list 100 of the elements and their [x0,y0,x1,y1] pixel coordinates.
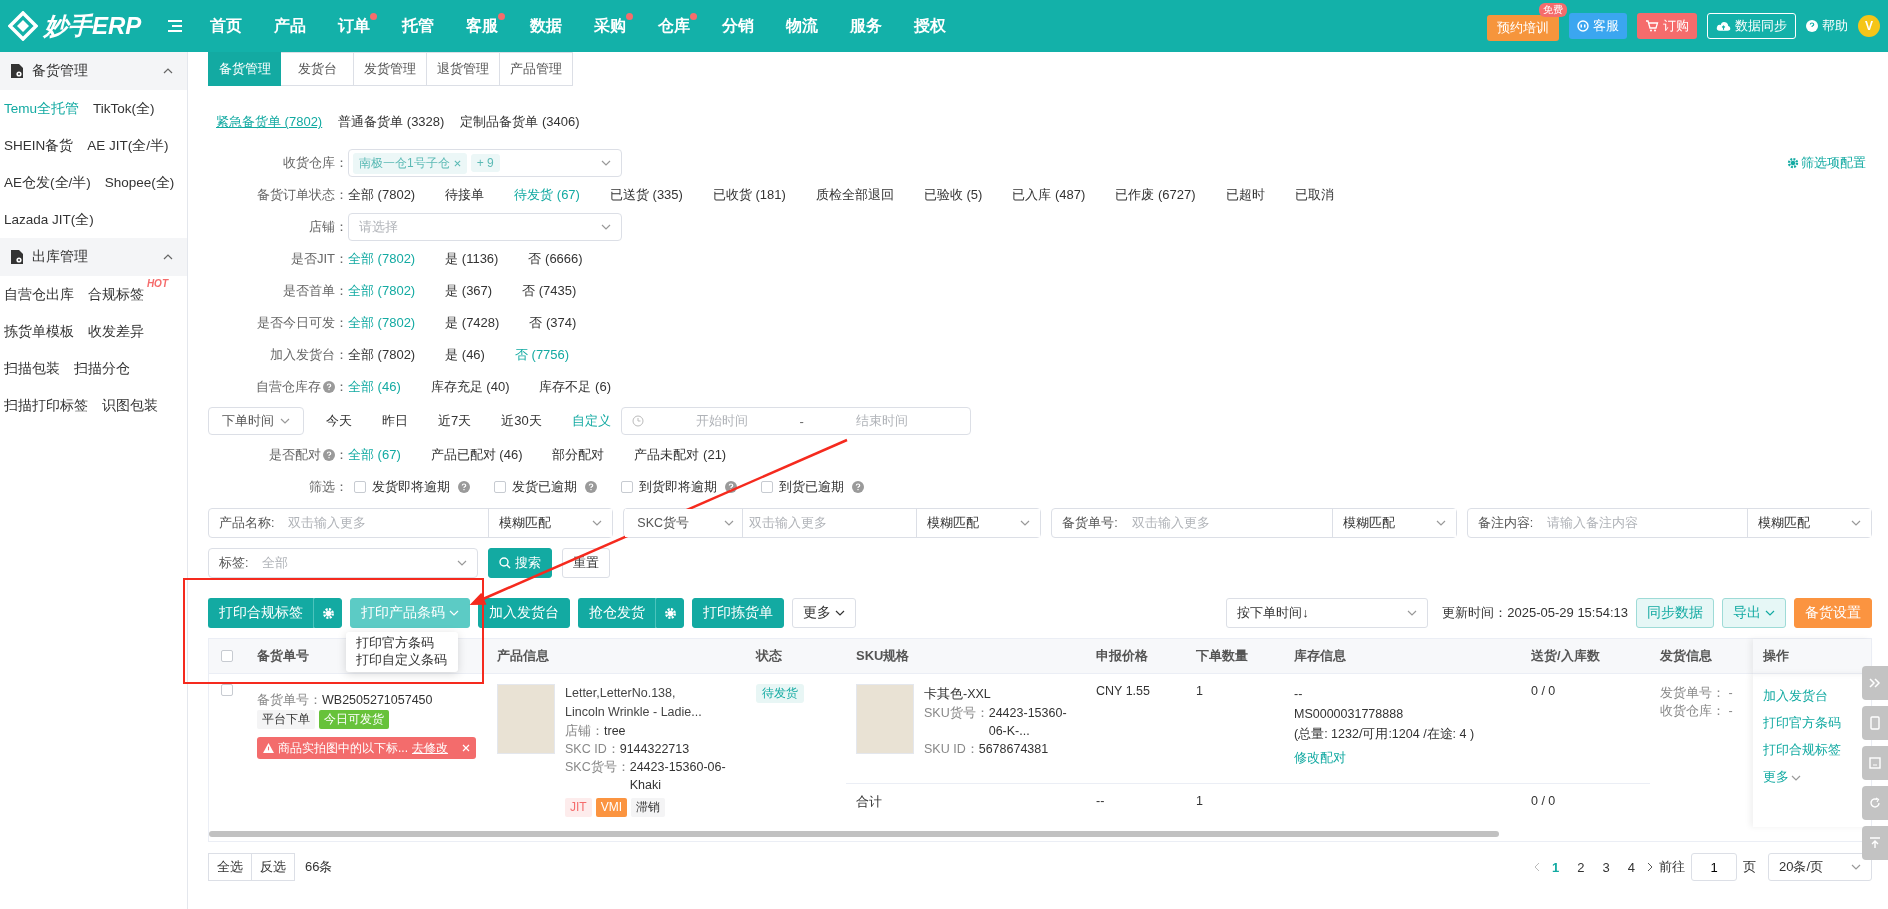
sidebar-item[interactable]: Shopee(全) [104,164,175,201]
tab[interactable]: 产品管理 [500,52,573,86]
date-range-field[interactable]: 开始时间 - 结束时间 [620,407,971,435]
filter-option[interactable]: 已收货 (181) [712,186,786,204]
filter-option[interactable]: 已送货 (335) [609,186,683,204]
checkbox[interactable] [621,481,633,493]
tag-select[interactable]: 标签: 全部 [208,548,478,578]
total-quantity: 1 [1196,794,1203,808]
time-option[interactable]: 今天 [326,412,352,430]
filter-option[interactable]: 产品未配对 (21) [634,446,727,464]
tab[interactable]: 退货管理 [427,52,500,86]
filter-option[interactable]: 待接单 [445,186,485,204]
page-size-select[interactable]: 20条/页 [1768,853,1872,881]
tab[interactable]: 发货管理 [354,52,427,86]
help-icon [323,381,335,393]
filter-option[interactable]: 质检全部退回 [815,186,894,204]
help-book-icon[interactable] [1862,746,1888,780]
sidebar-item[interactable]: Lazada JIT(全) [4,201,94,238]
filter-option[interactable]: 是 (7428) [445,314,500,332]
filter-option[interactable]: 是 (367) [445,282,493,300]
checkbox-label: 到货即将逾期 [639,478,717,496]
select-all-button[interactable]: 全选 [208,853,252,881]
caret-icon [601,224,611,230]
caret-icon [163,68,173,74]
sidebar-item[interactable]: AE仓发(全/半) [4,164,91,201]
sidebar-item[interactable]: SHEIN备货 [4,127,74,164]
filter-option[interactable]: 已入库 (487) [1012,186,1086,204]
page-number[interactable]: 2 [1571,859,1591,875]
page-number[interactable]: 4 [1621,859,1641,875]
refresh-icon[interactable] [1862,786,1888,820]
time-option[interactable]: 近30天 [501,412,542,430]
match-mode-select[interactable]: 模糊匹配 [916,509,1041,537]
page-input[interactable]: 1 [1691,853,1737,881]
time-option[interactable]: 昨日 [382,412,408,430]
order-type-link[interactable]: 定制品备货单 (3406) [460,113,580,131]
filter-option[interactable]: 否 (6666) [528,250,583,268]
sidebar-item[interactable]: TikTok(全) [93,90,155,127]
checkbox[interactable] [761,481,773,493]
filter-option[interactable]: 库存不足 (6) [539,378,611,396]
time-option[interactable]: 近7天 [438,412,472,430]
checkbox[interactable] [354,481,366,493]
filter-option[interactable]: 库存充足 (40) [430,378,510,396]
settings-button[interactable] [656,598,684,628]
filter-option[interactable]: 已验收 (5) [923,186,983,204]
settings-icon [663,606,677,620]
search-field[interactable]: 备注内容: 请输入备注内容 模糊匹配 [1466,508,1872,538]
column-header: 申报价格 [1096,647,1148,665]
colon: ： [335,478,348,496]
search-field[interactable]: 备货单号: 双击输入更多 模糊匹配 [1051,508,1457,538]
previous-page-icon[interactable] [1534,862,1541,872]
tablet-icon[interactable] [1862,706,1888,740]
filter-option[interactable]: 否 (7435) [522,282,577,300]
filter-option[interactable]: 已作废 (6727) [1115,186,1196,204]
close-icon[interactable] [453,159,461,167]
filter-option[interactable]: 否 (374) [529,314,577,332]
filter-option[interactable]: 全部 (7802) [348,346,416,364]
select-all-checkbox[interactable] [221,650,233,662]
sidebar-item[interactable]: 识图包装 [102,387,158,424]
match-mode-select[interactable]: 模糊匹配 [488,509,613,537]
colon: ： [335,378,348,396]
page-number[interactable]: 3 [1596,859,1616,875]
search-field[interactable]: 产品名称: 双击输入更多 模糊匹配 [208,508,614,538]
filter-option[interactable]: 部分配对 [552,446,605,464]
sidebar-section-header[interactable]: 出库管理 [0,238,187,276]
menu-item[interactable]: 打印自定义条码 [346,652,458,669]
next-page-icon[interactable] [1647,862,1653,872]
checkbox[interactable] [494,481,506,493]
tab[interactable]: 发货台 [281,52,354,86]
row-checkbox[interactable] [221,684,233,696]
menu-icon[interactable] [168,20,182,32]
sort-select[interactable]: 按下单时间↓ [1226,598,1429,628]
filter-option[interactable]: 全部 (7802) [348,186,416,204]
invert-selection-button[interactable]: 反选 [252,853,295,881]
sidebar-item[interactable]: 扫描打印标签 [4,387,88,424]
search-field[interactable]: SKC货号 双击输入更多 模糊匹配 [623,508,1042,538]
filter-option[interactable]: 是 (46) [445,346,485,364]
field-type-select[interactable]: SKC货号 [625,509,744,537]
sidebar-section-header[interactable]: 备货管理 [0,52,187,90]
sidebar-item[interactable]: 拣货单模板 [4,313,74,350]
match-mode-select[interactable]: 模糊匹配 [1331,509,1456,537]
sidebar-item[interactable]: 扫描分仓 [74,350,130,387]
horizontal-scrollbar[interactable] [209,831,1499,837]
back-to-top-icon[interactable] [1862,826,1888,860]
time-type-select[interactable]: 下单时间 [208,407,304,435]
settings-button[interactable] [314,598,342,628]
filter-option[interactable]: 产品已配对 (46) [430,446,523,464]
collapse-icon[interactable] [1862,666,1888,700]
sidebar-item[interactable]: AE JIT(全/半) [87,127,169,164]
sidebar-item[interactable]: 扫描包装 [4,350,60,387]
product-photo-placeholder [497,684,555,754]
sidebar-item[interactable]: 自营仓出库 [4,276,74,313]
sidebar-item[interactable]: 收发差异 [88,313,144,350]
menu-item[interactable]: 打印官方条码 [346,635,458,652]
filter-option[interactable]: 已超时 [1225,186,1265,204]
order-type-link[interactable]: 普通备货单 (3328) [338,113,445,131]
help-icon [725,481,737,493]
filter-option[interactable]: 已取消 [1294,186,1334,204]
match-mode-select[interactable]: 模糊匹配 [1747,509,1871,537]
filter-option[interactable]: 是 (1136) [445,250,499,268]
action-button[interactable]: 更多 [792,598,856,628]
